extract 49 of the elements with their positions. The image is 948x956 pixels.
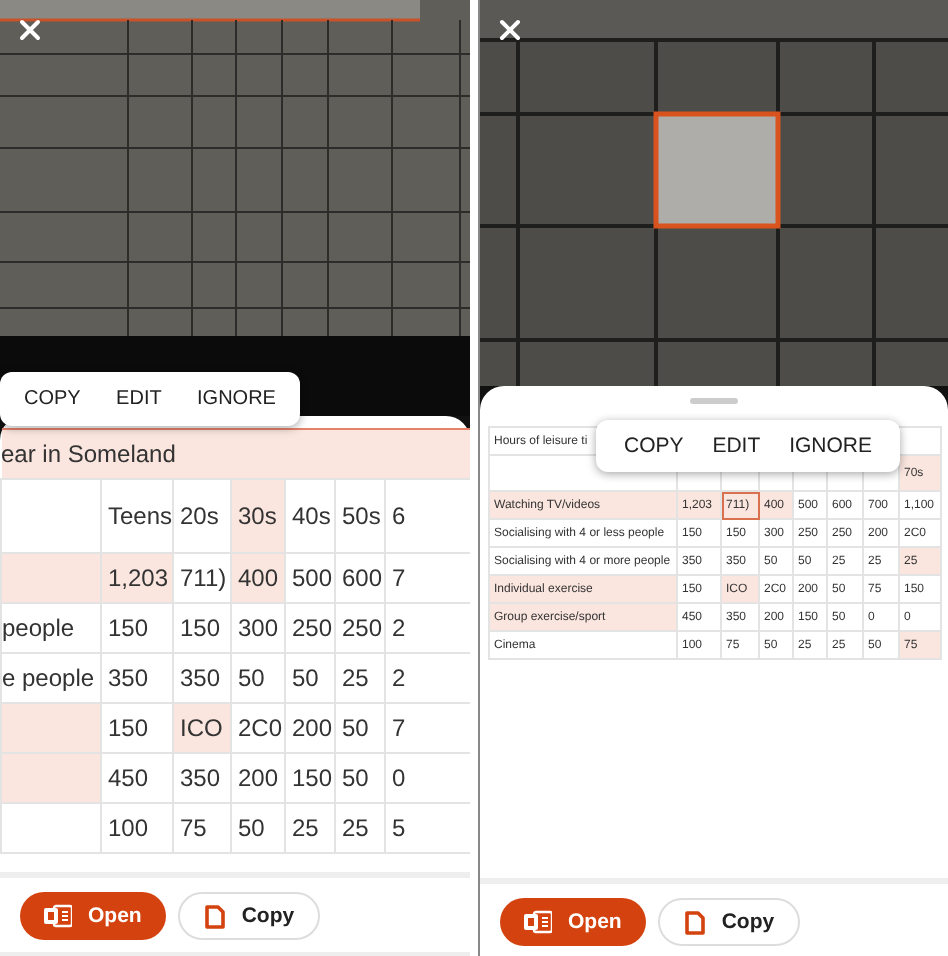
- close-icon[interactable]: [18, 18, 42, 42]
- table-cell: 2C0: [231, 703, 285, 753]
- table-cell: 150: [101, 603, 173, 653]
- table-cell: 450: [101, 753, 173, 803]
- menu-item[interactable]: IGNORE: [193, 372, 280, 426]
- document-icon: [683, 909, 706, 935]
- table-cell: 50s: [335, 479, 385, 553]
- table-cell: 200: [231, 753, 285, 803]
- open-button[interactable]: Open: [20, 892, 166, 940]
- table-cell: 25: [335, 653, 385, 703]
- table-cell: 200: [285, 703, 335, 753]
- table-cell: 40s: [285, 479, 335, 553]
- table-cell: people: [1, 603, 101, 653]
- table-cell: 50: [285, 653, 335, 703]
- copy-button[interactable]: Copy: [177, 892, 321, 940]
- menu-item[interactable]: COPY: [20, 372, 85, 426]
- table-cell: ICO: [173, 703, 231, 753]
- menu-item[interactable]: EDIT: [112, 372, 166, 426]
- table-cell: 50: [231, 803, 285, 853]
- table-cell: 150: [173, 603, 231, 653]
- table-cell: 250: [335, 603, 385, 653]
- office-icon: [44, 904, 72, 928]
- document-icon: [203, 903, 226, 929]
- table-cell: 100: [101, 803, 173, 853]
- table-cell: 30s: [231, 479, 285, 553]
- table-cell: 50: [231, 653, 285, 703]
- table-cell: 500: [285, 553, 335, 603]
- table-cell: 250: [285, 603, 335, 653]
- drag-handle[interactable]: [690, 398, 738, 404]
- copy-button[interactable]: Copy: [657, 898, 801, 946]
- table-cell: 150: [285, 753, 335, 803]
- table-cell: 50: [335, 753, 385, 803]
- menu-item[interactable]: EDIT: [708, 420, 765, 472]
- table-cell: 1,203: [101, 553, 173, 603]
- table-cell: 400: [231, 553, 285, 603]
- menu-item[interactable]: COPY: [620, 420, 688, 472]
- table-cell: 25: [335, 803, 385, 853]
- table-cell: 600: [335, 553, 385, 603]
- table-cell: 300: [231, 603, 285, 653]
- menu-item[interactable]: IGNORE: [785, 420, 876, 472]
- table-cell: 350: [173, 753, 231, 803]
- table-cell: 350: [101, 653, 173, 703]
- close-icon[interactable]: [498, 18, 522, 42]
- table-cell: 25: [285, 803, 335, 853]
- office-icon: [524, 910, 552, 934]
- open-button[interactable]: Open: [500, 898, 646, 946]
- table-cell: 75: [173, 803, 231, 853]
- table-title: ear in Someland: [1, 429, 470, 479]
- table-cell: 50: [335, 703, 385, 753]
